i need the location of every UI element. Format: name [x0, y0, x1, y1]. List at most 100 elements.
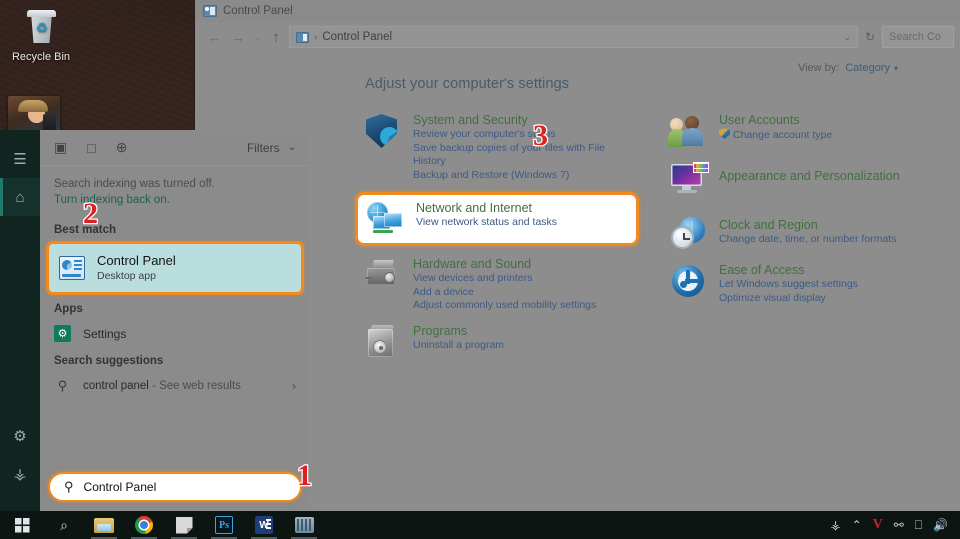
- search-input-value: Control Panel: [83, 480, 157, 494]
- refresh-button[interactable]: ↻: [860, 26, 880, 48]
- network-monitor-icon[interactable]: ⎕: [915, 518, 922, 533]
- category-user-accounts[interactable]: User Accounts Change account type: [668, 112, 937, 150]
- control-panel-search-input[interactable]: Search Co: [882, 26, 954, 48]
- category-column-right: User Accounts Change account type Appear…: [668, 112, 937, 371]
- category-programs[interactable]: Programs Uninstall a program: [363, 323, 631, 361]
- taskbar-word[interactable]: W: [244, 511, 284, 539]
- view-by-value[interactable]: Category ▾: [845, 62, 898, 74]
- list-item-suggestion[interactable]: ⚲ control panel - See web results ›: [40, 372, 310, 400]
- category-title[interactable]: Ease of Access: [719, 263, 858, 278]
- view-by-label: View by:: [797, 62, 840, 74]
- hamburger-menu-icon[interactable]: ☰: [0, 140, 40, 178]
- taskbar-file-explorer[interactable]: [84, 511, 124, 539]
- search-panel-rail: ☰ ⌂ ⚙ ⚶: [0, 130, 40, 511]
- start-button[interactable]: [0, 511, 44, 539]
- chevron-down-icon: ▾: [893, 63, 898, 73]
- category-link[interactable]: Optimize visual display: [719, 292, 858, 306]
- filters-dropdown[interactable]: Filters ⌄: [247, 141, 296, 155]
- taskbar-misc-app[interactable]: [284, 511, 324, 539]
- ease-of-access-icon: [669, 262, 707, 300]
- category-title[interactable]: Programs: [413, 324, 504, 339]
- desktop-icon-recycle-bin[interactable]: ♻ Recycle Bin: [4, 8, 78, 63]
- category-title[interactable]: Clock and Region: [719, 218, 896, 233]
- apps-filter-icon[interactable]: ▣: [54, 139, 67, 156]
- back-button[interactable]: ←: [203, 26, 225, 48]
- network-and-internet-icon: [366, 200, 404, 238]
- category-link[interactable]: Change account type: [719, 128, 832, 143]
- category-link[interactable]: Let Windows suggest settings: [719, 278, 858, 292]
- taskbar-search-button[interactable]: ⌕: [44, 511, 84, 539]
- search-suggestions-header: Search suggestions: [54, 355, 164, 367]
- search-input[interactable]: ⚲ Control Panel: [48, 472, 302, 502]
- feedback-icon[interactable]: ⚶: [0, 455, 40, 493]
- user-accounts-icon: [668, 112, 707, 150]
- search-icon: ⚲: [57, 378, 68, 393]
- page-title: Adjust your computer's settings: [365, 76, 570, 92]
- category-link[interactable]: View devices and printers: [413, 272, 596, 286]
- category-appearance-and-personalization[interactable]: Appearance and Personalization: [669, 160, 937, 198]
- category-hardware-and-sound[interactable]: Hardware and Sound View devices and prin…: [363, 256, 631, 313]
- vpn-icon[interactable]: ⚯: [894, 518, 904, 532]
- category-link[interactable]: Add a device: [413, 286, 596, 300]
- screen: ♻ Recycle Bin Control Panel ← → ⌄ ↑ › Co…: [0, 0, 960, 539]
- category-link[interactable]: Backup and Restore (Windows 7): [413, 169, 631, 183]
- list-item-settings[interactable]: ⚙ Settings: [40, 320, 310, 347]
- breadcrumb-label[interactable]: Control Panel: [322, 31, 392, 43]
- settings-gear-icon[interactable]: ⚙: [0, 417, 40, 455]
- breadcrumb[interactable]: › Control Panel ⌄: [289, 26, 858, 48]
- best-match-result-control-panel[interactable]: Control Panel Desktop app: [46, 241, 304, 295]
- best-match-title: Control Panel: [97, 253, 176, 268]
- callout-number-2: 2: [82, 197, 100, 230]
- taskbar-sticky-notes[interactable]: [164, 511, 204, 539]
- view-by-control[interactable]: View by: Category ▾: [798, 62, 898, 74]
- category-link[interactable]: View network status and tasks: [416, 216, 557, 230]
- category-system-and-security[interactable]: System and Security Review your computer…: [363, 112, 631, 182]
- category-title[interactable]: System and Security: [413, 113, 631, 128]
- forward-button[interactable]: →: [227, 26, 249, 48]
- category-link[interactable]: Review your computer's status: [413, 128, 631, 142]
- category-title[interactable]: Hardware and Sound: [413, 257, 596, 272]
- chevron-down-icon[interactable]: ⌄: [843, 32, 851, 43]
- category-column-left: System and Security Review your computer…: [355, 112, 639, 371]
- people-icon[interactable]: ⚶: [830, 518, 840, 532]
- control-panel-icon: [59, 256, 85, 280]
- search-panel-main: ▣ □ ⊕ Filters ⌄ Search indexing was turn…: [40, 130, 310, 511]
- hardware-and-sound-icon: [363, 256, 401, 294]
- programs-icon: [363, 323, 401, 361]
- taskbar: ⌕ Ps W ⚶ ⌃ V ⚯ ⎕ 🔊: [0, 511, 960, 539]
- category-title[interactable]: Appearance and Personalization: [719, 169, 900, 184]
- volume-icon[interactable]: 🔊: [933, 518, 948, 532]
- category-title[interactable]: User Accounts: [719, 113, 832, 128]
- clock-and-region-icon: [669, 214, 707, 252]
- antivirus-v-icon[interactable]: V: [873, 517, 883, 533]
- callout-number-3: 3: [532, 119, 550, 152]
- category-link-text: Change account type: [733, 129, 833, 141]
- recent-locations-button[interactable]: ⌄: [251, 26, 263, 48]
- category-network-and-internet[interactable]: Network and Internet View network status…: [355, 192, 639, 246]
- home-icon[interactable]: ⌂: [0, 178, 40, 216]
- control-panel-icon: [203, 5, 217, 17]
- category-ease-of-access[interactable]: Ease of Access Let Windows suggest setti…: [669, 262, 937, 305]
- appearance-and-personalization-icon: [669, 160, 709, 198]
- window-title: Control Panel: [223, 5, 293, 17]
- documents-filter-icon[interactable]: □: [87, 140, 95, 156]
- search-indexing-notice: Search indexing was turned off. Turn ind…: [40, 166, 310, 216]
- show-hidden-icons-chevron-icon[interactable]: ⌃: [852, 518, 862, 532]
- windows-start-icon: [14, 517, 30, 533]
- callout-number-1: 1: [296, 459, 314, 492]
- category-link[interactable]: Change date, time, or number formats: [719, 233, 896, 247]
- suggestion-suffix: - See web results: [152, 380, 241, 392]
- category-link[interactable]: Adjust commonly used mobility settings: [413, 299, 596, 313]
- breadcrumb-separator: ›: [314, 31, 318, 43]
- category-link[interactable]: Save backup copies of your files with Fi…: [413, 142, 631, 169]
- category-link[interactable]: Uninstall a program: [413, 339, 504, 353]
- category-title[interactable]: Network and Internet: [416, 201, 557, 216]
- up-button[interactable]: ↑: [265, 26, 287, 48]
- system-and-security-icon: [363, 112, 401, 150]
- taskbar-photoshop[interactable]: Ps: [204, 511, 244, 539]
- taskbar-chrome[interactable]: [124, 511, 164, 539]
- windows-search-panel: ☰ ⌂ ⚙ ⚶ ▣ □ ⊕ Filters ⌄ Search indexing …: [0, 130, 310, 511]
- search-filters-row: ▣ □ ⊕ Filters ⌄: [40, 130, 310, 166]
- category-clock-and-region[interactable]: Clock and Region Change date, time, or n…: [669, 214, 937, 252]
- web-filter-icon[interactable]: ⊕: [116, 139, 128, 156]
